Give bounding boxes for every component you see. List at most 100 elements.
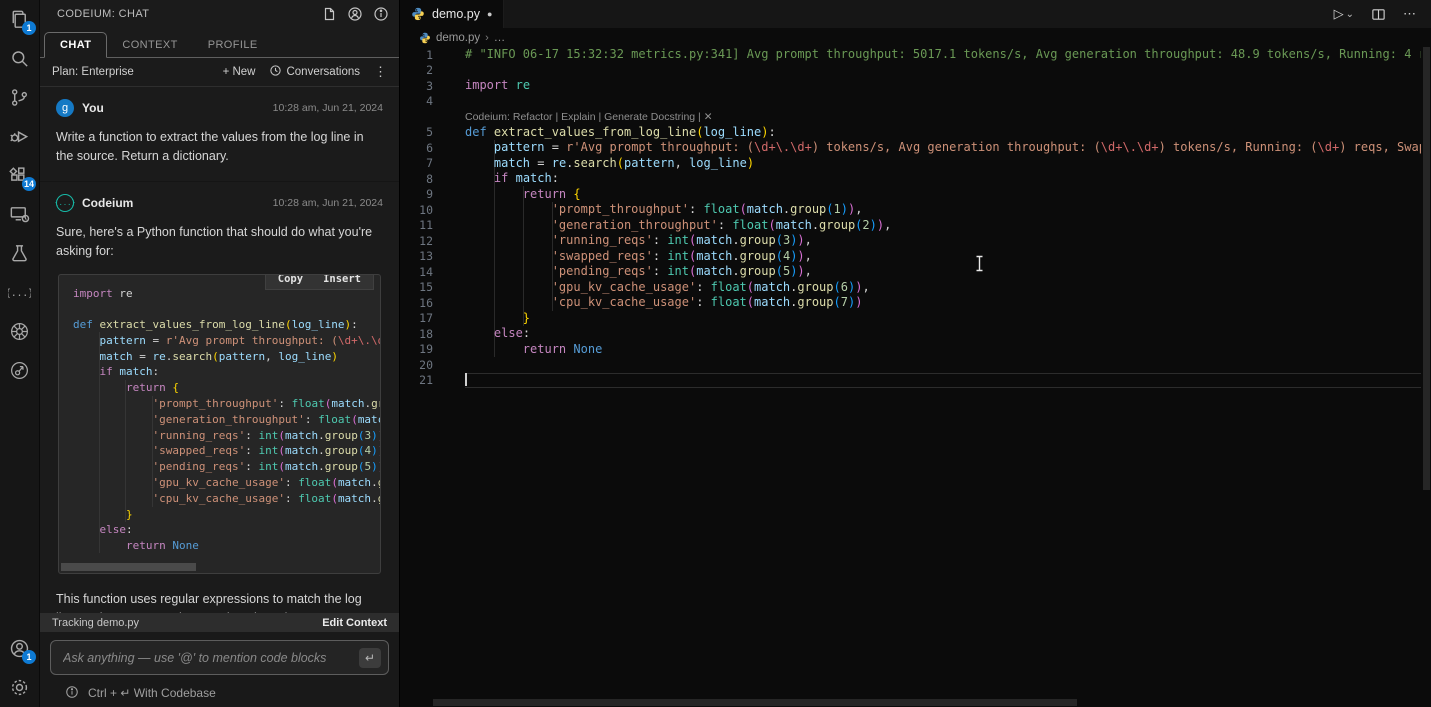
line-number: 10 bbox=[400, 203, 433, 217]
editor-line-18: 18 else: bbox=[400, 326, 1421, 342]
chat-code-block: Copy Insert import redef extract_values_… bbox=[58, 274, 381, 574]
editor-line-5: 5def extract_values_from_log_line(log_li… bbox=[400, 125, 1421, 141]
breadcrumb-symbol[interactable]: … bbox=[494, 32, 506, 44]
account-icon[interactable] bbox=[347, 6, 363, 22]
line-number: 21 bbox=[400, 373, 433, 387]
code-text[interactable]: 'prompt_throughput': float(match.group(1… bbox=[465, 202, 1421, 218]
new-conversation-button[interactable]: + New bbox=[223, 66, 256, 78]
code-text[interactable] bbox=[465, 373, 1421, 389]
vertical-scrollbar[interactable] bbox=[1421, 28, 1431, 707]
code-text[interactable]: 'cpu_kv_cache_usage': float(match.group(… bbox=[465, 295, 1421, 311]
chat-code-line: match = re.search(pattern, log_line) bbox=[73, 350, 380, 366]
chat-input[interactable] bbox=[63, 651, 359, 665]
activity-codeium-chat-icon[interactable]: {...} bbox=[0, 273, 39, 312]
insert-button[interactable]: Insert bbox=[323, 274, 361, 285]
run-button[interactable]: ▷ ⌄ bbox=[1334, 6, 1354, 22]
codelens-actions[interactable]: Codeium: Refactor | Explain | Generate D… bbox=[465, 111, 713, 123]
chat-code-line bbox=[73, 302, 380, 318]
chat-code-line: 'pending_reqs': int(match.group(5)), bbox=[73, 460, 380, 476]
editor-line-21: 21 bbox=[400, 373, 1421, 389]
activity-search-icon[interactable] bbox=[0, 39, 39, 78]
editor-line-8: 8 if match: bbox=[400, 171, 1421, 187]
editor-line-14: 14 'pending_reqs': int(match.group(5)), bbox=[400, 264, 1421, 280]
chat-messages: g You 10:28 am, Jun 21, 2024 Write a fun… bbox=[40, 87, 399, 613]
code-text[interactable]: 'running_reqs': int(match.group(3)), bbox=[465, 233, 1421, 249]
horizontal-scrollbar[interactable] bbox=[433, 699, 1077, 706]
activity-bar-bottom: 1 bbox=[0, 629, 39, 707]
code-text[interactable]: # "INFO 06-17 15:32:32 metrics.py:341] A… bbox=[465, 47, 1421, 63]
message-author: Codeium bbox=[82, 196, 133, 210]
line-number: 14 bbox=[400, 265, 433, 279]
editor-line-15: 15 'gpu_kv_cache_usage': float(match.gro… bbox=[400, 280, 1421, 296]
message-text: Write a function to extract the values f… bbox=[56, 128, 383, 167]
activity-bar: 1 14 {...} 1 bbox=[0, 0, 40, 707]
editor-tab-demo-py[interactable]: demo.py ● bbox=[400, 0, 504, 28]
vscode-window: 1 14 {...} 1 CODEIUM: CHAT CHAT CONTEXT PR… bbox=[0, 0, 1431, 707]
edit-context-button[interactable]: Edit Context bbox=[322, 617, 387, 629]
line-number: 8 bbox=[400, 172, 433, 186]
info-icon[interactable] bbox=[373, 6, 389, 22]
copy-button[interactable]: Copy bbox=[278, 274, 303, 285]
chat-code-line: def extract_values_from_log_line(log_lin… bbox=[73, 318, 380, 334]
activity-source-control-icon[interactable] bbox=[0, 78, 39, 117]
code-text[interactable]: return None bbox=[465, 342, 1421, 358]
code-text[interactable] bbox=[465, 357, 1421, 373]
code-text[interactable]: match = re.search(pattern, log_line) bbox=[465, 156, 1421, 172]
split-editor-button[interactable] bbox=[1371, 7, 1386, 22]
accounts-badge: 1 bbox=[22, 650, 36, 664]
code-text[interactable] bbox=[465, 94, 1421, 110]
editor-line-6: 6 pattern = r'Avg prompt throughput: (\d… bbox=[400, 140, 1421, 156]
activity-settings-icon[interactable] bbox=[0, 668, 39, 707]
code-text[interactable]: 'pending_reqs': int(match.group(5)), bbox=[465, 264, 1421, 280]
activity-accounts-icon[interactable]: 1 bbox=[0, 629, 39, 668]
context-bar: Tracking demo.py Edit Context bbox=[40, 613, 399, 632]
activity-run-and-debug-icon[interactable] bbox=[0, 117, 39, 156]
run-dropdown-chevron[interactable]: ⌄ bbox=[1346, 9, 1354, 20]
code-text[interactable]: } bbox=[465, 311, 1421, 327]
activity-remote-explorer-icon[interactable] bbox=[0, 195, 39, 234]
activity-kubernetes-icon[interactable] bbox=[0, 312, 39, 351]
chat-code-line: 'running_reqs': int(match.group(3)), bbox=[73, 429, 380, 445]
chat-code-line: } bbox=[73, 508, 380, 524]
code-text[interactable]: 'gpu_kv_cache_usage': float(match.group(… bbox=[465, 280, 1421, 296]
chat-code-lines: import redef extract_values_from_log_lin… bbox=[73, 287, 380, 556]
message-timestamp: 10:28 am, Jun 21, 2024 bbox=[273, 197, 383, 209]
conversations-button[interactable]: Conversations bbox=[269, 64, 360, 80]
tab-chat[interactable]: CHAT bbox=[44, 32, 107, 58]
vertical-scrollbar-thumb[interactable] bbox=[1423, 47, 1430, 490]
editor-line-2: 2 bbox=[400, 63, 1421, 79]
send-button[interactable]: ↵ bbox=[359, 648, 381, 668]
new-chat-icon[interactable] bbox=[321, 6, 337, 22]
chat-input-box: ↵ bbox=[50, 640, 389, 675]
activity-gitlens-icon[interactable] bbox=[0, 351, 39, 390]
code-block-scrollbar[interactable] bbox=[61, 563, 196, 571]
tab-context[interactable]: CONTEXT bbox=[107, 33, 192, 57]
mouse-cursor bbox=[975, 255, 984, 277]
activity-explorer-icon[interactable]: 1 bbox=[0, 0, 39, 39]
line-number: 19 bbox=[400, 342, 433, 356]
code-text[interactable]: pattern = r'Avg prompt throughput: (\d+\… bbox=[465, 140, 1421, 156]
code-text[interactable]: return { bbox=[465, 187, 1421, 203]
code-text[interactable]: else: bbox=[465, 326, 1421, 342]
panel-tabs: CHAT CONTEXT PROFILE bbox=[40, 28, 399, 58]
chat-overflow-button[interactable]: ⋮ bbox=[374, 64, 387, 80]
codeium-chat-panel: CODEIUM: CHAT CHAT CONTEXT PROFILE Plan:… bbox=[40, 0, 400, 707]
editor-lines[interactable]: 1# "INFO 06-17 15:32:32 metrics.py:341] … bbox=[400, 47, 1421, 699]
code-text[interactable]: 'swapped_reqs': int(match.group(4)), bbox=[465, 249, 1421, 265]
activity-testing-icon[interactable] bbox=[0, 234, 39, 273]
line-number: 16 bbox=[400, 296, 433, 310]
activity-extensions-icon[interactable]: 14 bbox=[0, 156, 39, 195]
python-icon bbox=[419, 32, 431, 44]
tab-profile[interactable]: PROFILE bbox=[193, 33, 273, 57]
editor-more-button[interactable]: ⋯ bbox=[1403, 6, 1416, 22]
code-text[interactable] bbox=[465, 63, 1421, 79]
breadcrumb[interactable]: demo.py › … bbox=[400, 28, 1431, 47]
chat-code-line: pattern = r'Avg prompt throughput: (\d+\… bbox=[73, 334, 380, 350]
modified-indicator[interactable]: ● bbox=[487, 9, 492, 19]
code-text[interactable]: import re bbox=[465, 78, 1421, 94]
line-number: 12 bbox=[400, 234, 433, 248]
code-text[interactable]: if match: bbox=[465, 171, 1421, 187]
code-text[interactable]: def extract_values_from_log_line(log_lin… bbox=[465, 125, 1421, 141]
breadcrumb-file[interactable]: demo.py bbox=[436, 32, 480, 44]
code-text[interactable]: 'generation_throughput': float(match.gro… bbox=[465, 218, 1421, 234]
